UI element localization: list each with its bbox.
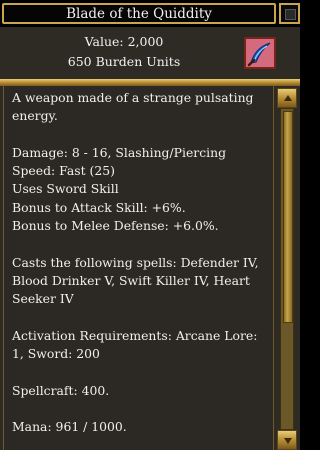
title-bar[interactable]: Blade of the Quiddity	[0, 0, 300, 27]
stat-line: Bonus to Attack Skill: +6%.	[12, 199, 186, 215]
description-text: A weapon made of a strange pulsating ene…	[12, 89, 270, 450]
curved-blade-icon	[244, 37, 276, 69]
item-burden: 650 Burden Units	[67, 54, 181, 69]
item-appraisal-panel: Blade of the Quiddity Value: 2,000 650 B…	[0, 0, 300, 450]
item-intro: A weapon made of a strange pulsating ene…	[12, 90, 254, 124]
scroll-track[interactable]	[280, 108, 294, 430]
vertical-scrollbar[interactable]	[277, 88, 297, 450]
scroll-thumb[interactable]	[283, 111, 293, 323]
window-title: Blade of the Quiddity	[66, 5, 212, 22]
item-activation: Activation Requirements: Arcane Lore: 1,…	[12, 327, 258, 362]
item-header: Value: 2,000 650 Burden Units	[4, 29, 296, 77]
scroll-down-button[interactable]	[277, 430, 297, 450]
header-divider	[0, 79, 300, 86]
item-spellcraft: Spellcraft: 400.	[12, 382, 110, 398]
item-spells: Casts the following spells: Defender IV,…	[12, 254, 259, 307]
arrow-up-icon	[284, 95, 292, 101]
stat-line: Bonus to Melee Defense: +6.0%.	[12, 218, 219, 234]
arrow-down-icon	[284, 438, 292, 444]
curved-blade-glyph	[247, 42, 271, 67]
close-icon	[285, 9, 296, 20]
item-stats: Damage: 8 - 16, Slashing/Piercing Speed:…	[12, 144, 270, 235]
description-frame: A weapon made of a strange pulsating ene…	[3, 86, 274, 450]
item-value: Value: 2,000	[84, 34, 164, 49]
title-frame: Blade of the Quiddity	[2, 3, 276, 24]
stat-line: Damage: 8 - 16, Slashing/Piercing	[12, 144, 227, 160]
item-mana: Mana: 961 / 1000.	[12, 419, 127, 435]
stat-line: Uses Sword Skill	[12, 181, 119, 197]
close-button[interactable]	[279, 3, 300, 24]
stat-line: Speed: Fast (25)	[12, 163, 115, 179]
scroll-up-button[interactable]	[277, 88, 297, 108]
